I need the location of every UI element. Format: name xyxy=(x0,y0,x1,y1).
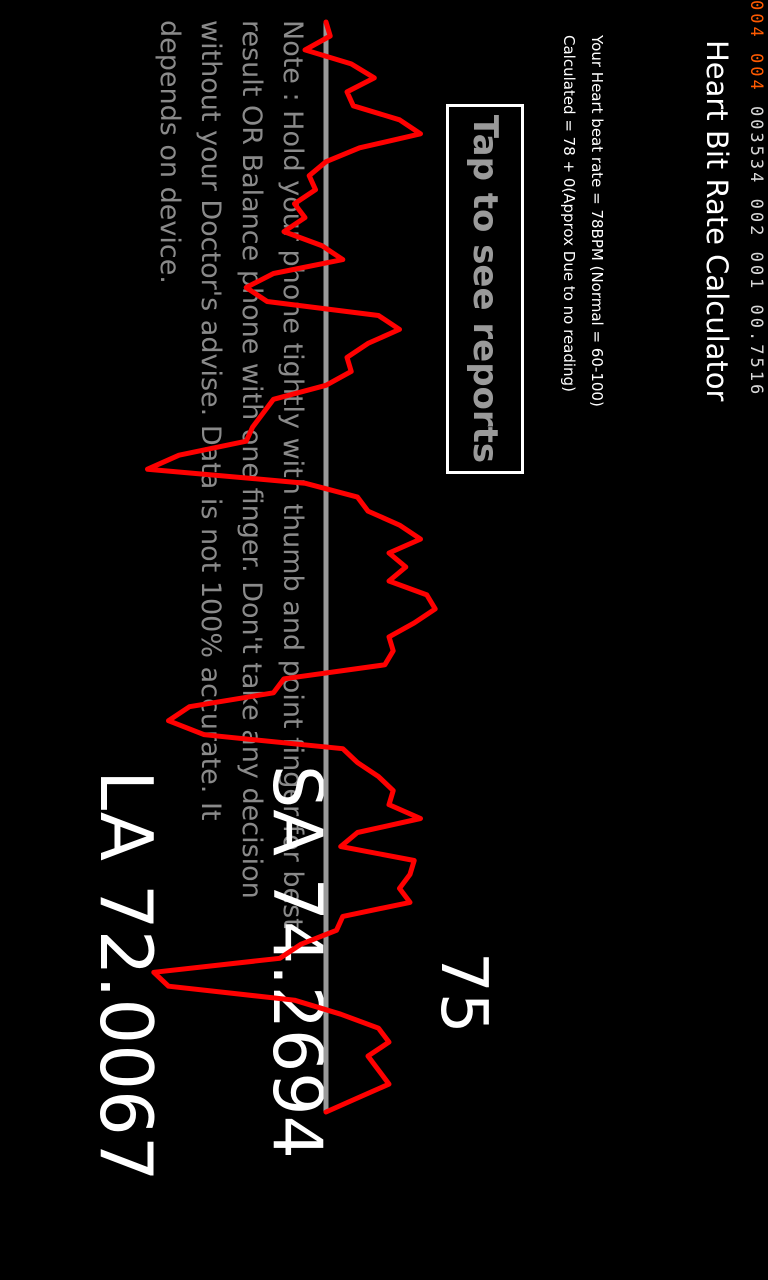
heart-rate-trace-line xyxy=(145,19,438,1115)
landscape-canvas: 004 004 003534 002 001 00.7516 Heart Bit… xyxy=(0,0,768,1280)
trace-group xyxy=(145,19,438,1115)
la-reading: LA 72.0067 xyxy=(84,770,168,1182)
app-screen: 004 004 003534 002 001 00.7516 Heart Bit… xyxy=(0,0,768,1280)
bpm-value: 75 xyxy=(426,952,500,1034)
